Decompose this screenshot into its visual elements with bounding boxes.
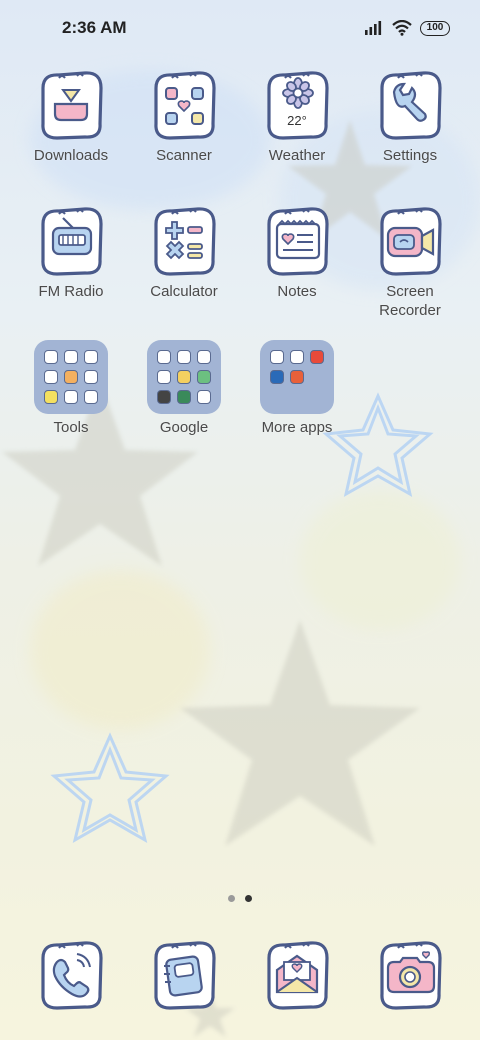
app-label: Calculator bbox=[150, 283, 218, 300]
dock-contacts[interactable] bbox=[146, 938, 222, 1017]
app-label: Weather bbox=[268, 147, 326, 164]
dock-phone[interactable] bbox=[33, 938, 109, 1017]
app-notes[interactable]: Notes bbox=[247, 204, 347, 301]
phone-icon bbox=[41, 941, 103, 1010]
calculator-icon bbox=[154, 207, 216, 276]
downloads-icon bbox=[41, 71, 103, 140]
page-dot-current[interactable] bbox=[245, 895, 252, 902]
app-label: FM Radio bbox=[38, 283, 104, 300]
app-label: Settings bbox=[382, 147, 438, 164]
dock-camera[interactable] bbox=[372, 938, 448, 1017]
weather-icon bbox=[267, 71, 329, 140]
app-scanner[interactable]: Scanner bbox=[134, 68, 234, 165]
app-label: Notes bbox=[277, 283, 317, 300]
camera-icon bbox=[380, 941, 442, 1010]
folder-more-apps[interactable]: More apps bbox=[247, 340, 347, 437]
folder-google[interactable]: Google bbox=[134, 340, 234, 437]
cellular-signal-icon bbox=[365, 21, 382, 35]
app-downloads[interactable]: Downloads bbox=[21, 68, 121, 165]
dock bbox=[0, 938, 480, 1018]
folder-icon bbox=[34, 340, 108, 414]
status-time: 2:36 AM bbox=[62, 18, 127, 37]
page-dot[interactable] bbox=[228, 895, 235, 902]
wrench-icon bbox=[380, 71, 442, 140]
page-indicator bbox=[0, 892, 480, 904]
folder-label: Google bbox=[159, 419, 209, 436]
wifi-icon bbox=[392, 20, 412, 36]
video-camera-icon bbox=[380, 207, 442, 276]
dock-messages[interactable] bbox=[259, 938, 335, 1017]
battery-indicator: 100 bbox=[420, 20, 450, 36]
scanner-icon bbox=[154, 71, 216, 140]
weather-temperature: 22° bbox=[287, 113, 307, 128]
app-label: Downloads bbox=[33, 147, 109, 164]
app-fm-radio[interactable]: FM Radio bbox=[21, 204, 121, 301]
folder-label: More apps bbox=[261, 419, 333, 436]
status-bar: 2:36 AM 100 bbox=[0, 0, 480, 56]
app-screen-recorder[interactable]: Screen Recorder bbox=[360, 204, 460, 320]
folder-tools[interactable]: Tools bbox=[21, 340, 121, 437]
radio-icon bbox=[41, 207, 103, 276]
app-label: Scanner bbox=[156, 147, 212, 164]
folder-label: Tools bbox=[53, 419, 89, 436]
app-label: Screen Recorder bbox=[379, 283, 441, 319]
folder-icon bbox=[147, 340, 221, 414]
notes-icon bbox=[267, 207, 329, 276]
folder-icon bbox=[260, 340, 334, 414]
contacts-notebook-icon bbox=[154, 941, 216, 1010]
app-calculator[interactable]: Calculator bbox=[134, 204, 234, 301]
app-weather[interactable]: 22° Weather bbox=[247, 68, 347, 165]
messages-envelope-icon bbox=[267, 941, 329, 1010]
app-settings[interactable]: Settings bbox=[360, 68, 460, 165]
